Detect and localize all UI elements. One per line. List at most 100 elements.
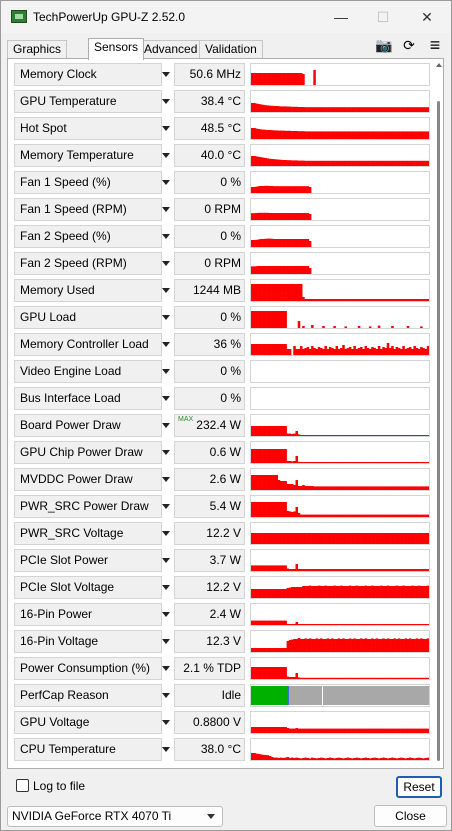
log-to-file-label[interactable]: Log to file — [33, 779, 85, 793]
sensor-row: Memory Clock 50.6 MHz — [14, 63, 430, 86]
chevron-down-icon[interactable] — [162, 522, 172, 545]
graph-sample-bar — [368, 514, 372, 517]
chevron-down-icon[interactable] — [162, 414, 172, 437]
graph-sample-bar — [364, 585, 367, 598]
reset-button[interactable]: Reset — [396, 776, 442, 798]
sensor-graph[interactable] — [250, 657, 430, 680]
chevron-down-icon[interactable] — [162, 387, 172, 410]
graph-sample-bar — [266, 533, 270, 544]
graph-sample-bar — [382, 347, 385, 355]
sensor-graph[interactable] — [250, 630, 430, 653]
graph-sample-bar — [268, 73, 272, 85]
graph-sample-bar — [388, 435, 392, 436]
graph-sample-bar — [306, 514, 310, 517]
chevron-down-icon[interactable] — [162, 333, 172, 356]
chevron-down-icon[interactable] — [162, 711, 172, 734]
chevron-down-icon[interactable] — [162, 117, 172, 140]
sensor-graph[interactable] — [250, 225, 430, 248]
chevron-down-icon[interactable] — [162, 171, 172, 194]
chevron-down-icon[interactable] — [162, 279, 172, 302]
graph-sample-bar — [324, 299, 327, 301]
graph-sample-bar — [259, 129, 263, 139]
graph-sample-bar — [342, 758, 345, 760]
close-button[interactable]: Close — [374, 805, 447, 827]
graph-sample-bar — [340, 624, 343, 625]
window-close-button[interactable]: ✕ — [415, 7, 439, 27]
chevron-down-icon[interactable] — [162, 225, 172, 248]
chevron-down-icon[interactable] — [162, 198, 172, 221]
sensor-value-text: 0.8800 V — [192, 715, 241, 729]
graph-sample-bar — [337, 757, 341, 760]
sensor-graph[interactable] — [250, 279, 430, 302]
sensor-graph[interactable] — [250, 387, 430, 410]
chevron-down-icon[interactable] — [162, 549, 172, 572]
sensor-graph[interactable] — [250, 63, 430, 86]
chevron-down-icon[interactable] — [162, 144, 172, 167]
maximize-button[interactable]: ☐ — [371, 7, 395, 27]
sensor-graph[interactable] — [250, 603, 430, 626]
sensor-graph[interactable] — [250, 522, 430, 545]
graph-sample-bar — [268, 589, 272, 598]
sensor-graph[interactable] — [250, 252, 430, 275]
refresh-icon[interactable]: ⟳ — [399, 37, 419, 53]
tab-graphics-card[interactable]: Graphics Card — [7, 40, 68, 73]
graph-sample-bar — [302, 74, 305, 85]
tab-sensors[interactable]: Sensors — [88, 38, 145, 60]
sensor-name: GPU Temperature — [14, 90, 162, 113]
log-to-file-checkbox[interactable] — [16, 779, 29, 792]
chevron-down-icon[interactable] — [162, 576, 172, 599]
chevron-down-icon[interactable] — [162, 630, 172, 653]
sensor-graph[interactable] — [250, 549, 430, 572]
sensor-value-text: Idle — [221, 688, 241, 702]
scroll-thumb[interactable] — [437, 101, 440, 761]
graph-sample-bar — [357, 758, 361, 760]
sensor-graph[interactable] — [250, 306, 430, 329]
graph-sample-bar — [302, 239, 305, 247]
graph-sample-bar — [251, 426, 254, 436]
chevron-down-icon[interactable] — [162, 738, 172, 761]
vertical-scrollbar[interactable] — [435, 59, 443, 768]
sensor-graph[interactable] — [250, 441, 430, 464]
sensor-graph[interactable] — [250, 117, 430, 140]
chevron-down-icon[interactable] — [162, 441, 172, 464]
sensor-graph[interactable] — [250, 198, 430, 221]
camera-icon[interactable]: 📷 — [374, 37, 394, 53]
sensor-graph[interactable] — [250, 144, 430, 167]
menu-icon[interactable]: ≡ — [425, 36, 445, 54]
gpu-select[interactable]: NVIDIA GeForce RTX 4070 Ti — [7, 806, 223, 827]
sensor-graph[interactable] — [250, 171, 430, 194]
graph-sample-bar — [393, 677, 396, 679]
graph-sample-bar — [333, 533, 336, 544]
chevron-down-icon[interactable] — [162, 603, 172, 626]
graph-sample-bar — [386, 343, 390, 355]
sensor-graph[interactable] — [250, 711, 430, 734]
graph-sample-bar — [335, 462, 339, 463]
sensor-graph[interactable] — [250, 414, 430, 437]
graph-sample-bar — [279, 239, 283, 247]
chevron-down-icon[interactable] — [162, 360, 172, 383]
chevron-down-icon[interactable] — [162, 90, 172, 113]
tab-advanced[interactable]: Advanced — [138, 40, 204, 59]
chevron-down-icon[interactable] — [162, 468, 172, 491]
sensor-graph[interactable] — [250, 333, 430, 356]
chevron-down-icon[interactable] — [162, 306, 172, 329]
chevron-down-icon[interactable] — [162, 63, 172, 86]
sensor-graph[interactable] — [250, 738, 430, 761]
chevron-down-icon[interactable] — [162, 495, 172, 518]
chevron-down-icon[interactable] — [162, 657, 172, 680]
scroll-up-icon[interactable] — [436, 63, 442, 67]
sensor-graph[interactable] — [250, 495, 430, 518]
graph-sample-bar — [337, 586, 341, 598]
tab-validation[interactable]: Validation — [199, 40, 263, 59]
chevron-down-icon[interactable] — [162, 684, 172, 707]
sensor-graph[interactable] — [250, 90, 430, 113]
chevron-down-icon[interactable] — [162, 252, 172, 275]
graph-sample-bar — [357, 728, 361, 733]
minimize-button[interactable]: — — [329, 7, 353, 27]
sensor-graph[interactable] — [250, 468, 430, 491]
graph-sample-bar — [268, 213, 272, 220]
sensor-graph[interactable] — [250, 684, 430, 707]
sensor-graph[interactable] — [250, 360, 430, 383]
graph-sample-bar — [284, 213, 287, 220]
sensor-graph[interactable] — [250, 576, 430, 599]
